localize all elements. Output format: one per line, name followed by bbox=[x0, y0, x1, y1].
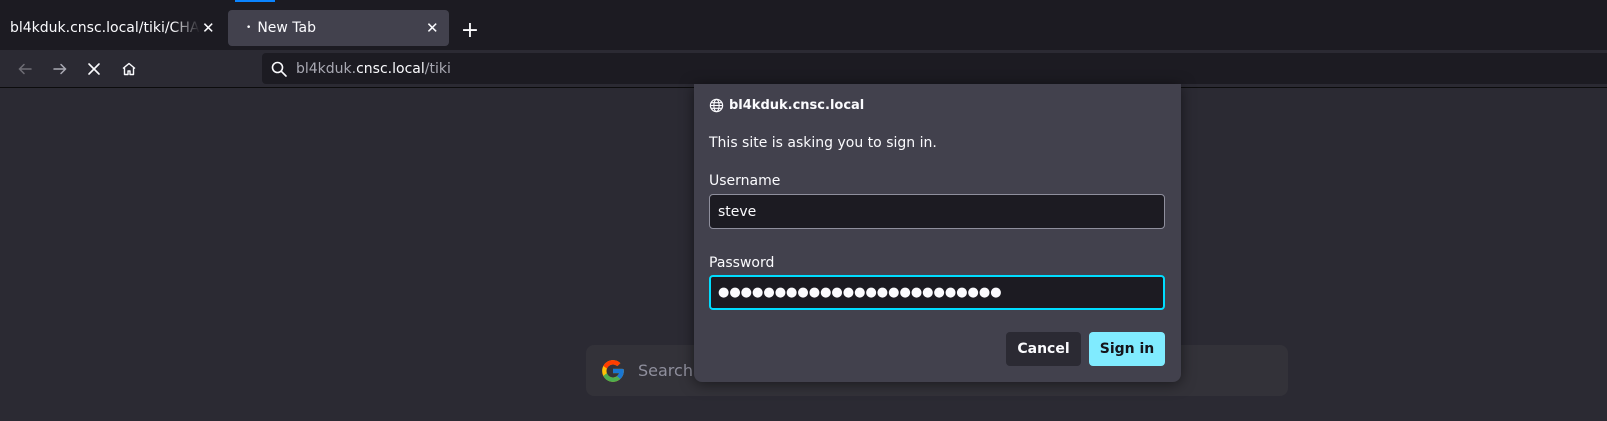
forward-button[interactable] bbox=[46, 55, 74, 83]
username-field[interactable]: steve bbox=[709, 194, 1165, 229]
search-icon bbox=[271, 61, 287, 77]
dialog-message: This site is asking you to sign in. bbox=[709, 135, 937, 151]
tab-label: bl4kduk.cnsc.local/tiki/CHANGELOG bbox=[10, 20, 200, 36]
active-tab-indicator bbox=[235, 0, 275, 2]
globe-icon bbox=[709, 98, 724, 113]
dialog-header: bl4kduk.cnsc.local bbox=[709, 98, 864, 113]
address-bar[interactable]: bl4kduk.cnsc.local/tiki bbox=[262, 53, 1607, 84]
tab-bar: bl4kduk.cnsc.local/tiki/CHANGELOG ✕ • Ne… bbox=[0, 4, 1607, 50]
navigation-toolbar: bl4kduk.cnsc.local/tiki bbox=[0, 50, 1607, 88]
auth-dialog: bl4kduk.cnsc.local This site is asking y… bbox=[694, 84, 1181, 382]
cancel-button[interactable]: Cancel bbox=[1006, 332, 1081, 366]
sign-in-button[interactable]: Sign in bbox=[1089, 332, 1165, 366]
password-field[interactable]: ●●●●●●●●●●●●●●●●●●●●●●●●● bbox=[709, 275, 1165, 310]
tab-close-icon[interactable]: ✕ bbox=[202, 19, 215, 37]
back-button[interactable] bbox=[11, 55, 39, 83]
stop-loading-button[interactable] bbox=[80, 55, 108, 83]
home-button[interactable] bbox=[115, 55, 143, 83]
tab-loading-dot-icon: • bbox=[246, 23, 252, 33]
arrow-right-icon bbox=[53, 63, 67, 75]
tab-close-icon[interactable]: ✕ bbox=[426, 19, 439, 37]
url-path: /tiki bbox=[424, 60, 451, 77]
password-label: Password bbox=[709, 255, 775, 271]
home-icon bbox=[122, 62, 136, 76]
url-subdomain: bl4kduk. bbox=[296, 60, 357, 77]
tab-changelog[interactable]: bl4kduk.cnsc.local/tiki/CHANGELOG ✕ bbox=[0, 10, 222, 46]
tab-new-tab[interactable]: • New Tab ✕ bbox=[228, 10, 449, 46]
close-icon bbox=[88, 63, 100, 75]
google-icon bbox=[602, 359, 624, 382]
url-host: cnsc.local bbox=[356, 60, 425, 77]
tab-label: New Tab bbox=[257, 20, 316, 36]
new-tab-button[interactable]: + bbox=[456, 16, 484, 44]
url-text: bl4kduk.cnsc.local/tiki bbox=[296, 61, 451, 77]
arrow-left-icon bbox=[18, 63, 32, 75]
username-label: Username bbox=[709, 173, 781, 189]
dialog-site: bl4kduk.cnsc.local bbox=[729, 98, 865, 113]
